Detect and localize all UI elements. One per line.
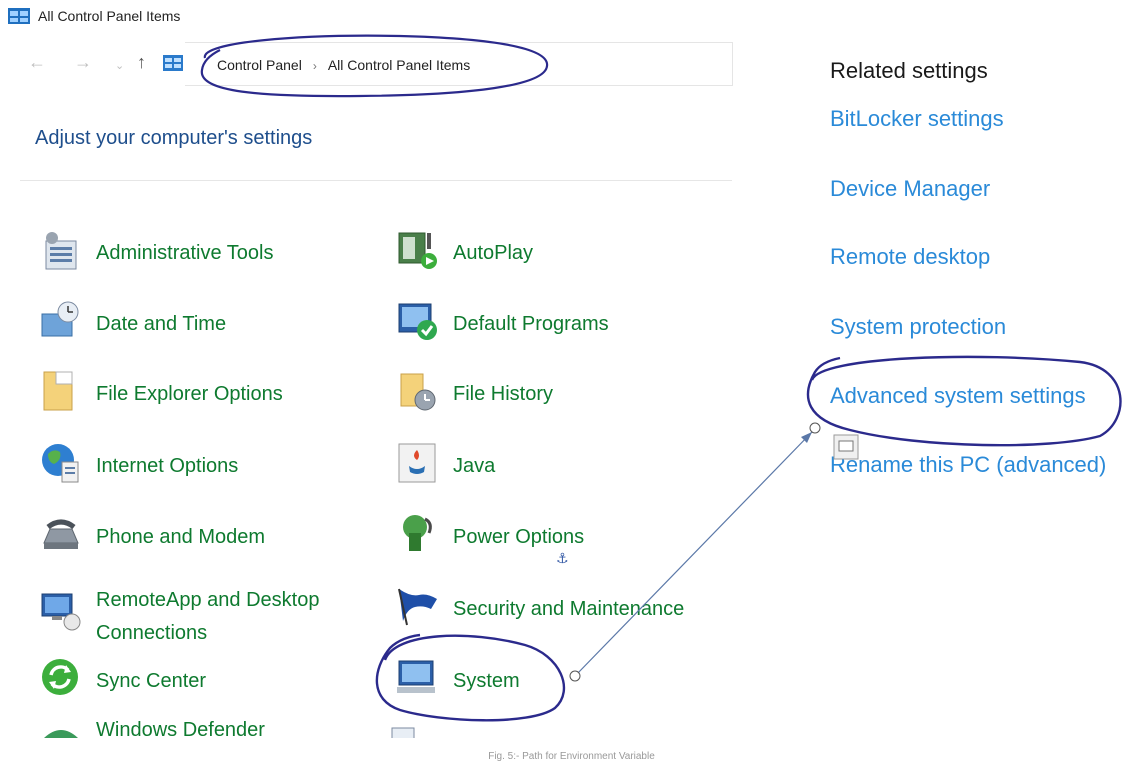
arrow-end-handle: [809, 422, 821, 434]
annotation-circle-system: [375, 633, 566, 722]
arrow-start-handle: [569, 670, 581, 682]
annotation-arrow: [575, 431, 813, 676]
figure-caption: Fig. 5:- Path for Environment Variable: [488, 751, 655, 762]
annotation-circle-advanced: [806, 355, 1122, 447]
annotation-overlay: [200, 34, 1122, 722]
annotation-circle-breadcrumb: [200, 34, 549, 98]
anchor-icon: ⚓: [556, 550, 569, 566]
